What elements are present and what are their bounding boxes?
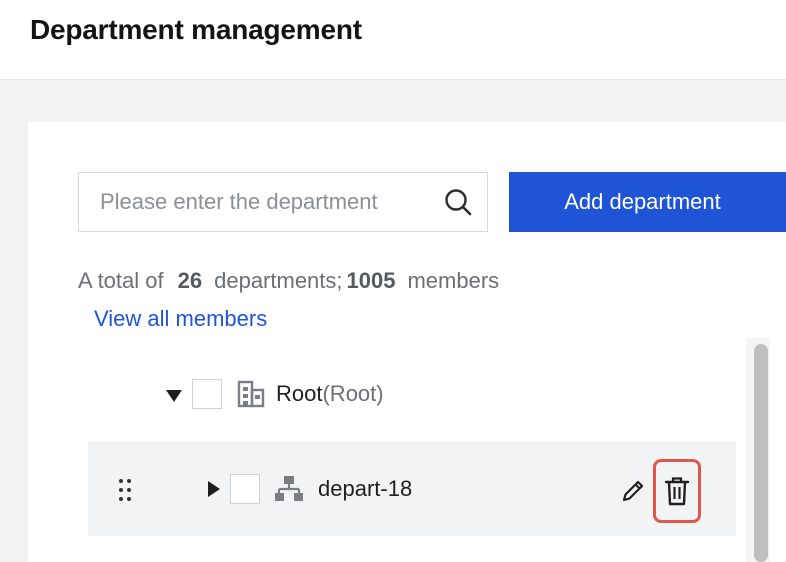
department-checkbox[interactable] — [230, 474, 260, 504]
summary-text: A total of 26 departments; 1005 members — [78, 268, 499, 294]
root-tag: (Root) — [322, 381, 384, 406]
department-count: 26 — [177, 268, 203, 293]
department-node[interactable]: depart-18 — [208, 472, 412, 506]
page-title: Department management — [30, 14, 362, 45]
members-label: members — [407, 268, 500, 293]
org-chart-icon — [275, 476, 303, 501]
tree-root-node[interactable]: Root (Root) — [166, 376, 384, 412]
department-panel: Add department A total of 26 departments;1… — [28, 122, 786, 562]
search-icon[interactable] — [443, 187, 473, 217]
drag-handle-icon[interactable] — [118, 478, 132, 502]
delete-button[interactable] — [653, 459, 701, 523]
department-search-input[interactable] — [79, 173, 380, 231]
building-icon — [237, 380, 265, 408]
view-all-members-link[interactable]: View all members — [94, 306, 267, 332]
page-header: Department management — [0, 0, 786, 80]
member-count: 1005 — [346, 268, 396, 293]
department-name: depart-18 — [318, 476, 413, 501]
add-department-button[interactable]: Add department — [509, 172, 786, 232]
search-box[interactable] — [78, 172, 488, 232]
departments-label: departments; — [214, 268, 343, 293]
pencil-icon[interactable] — [620, 478, 646, 504]
expand-caret-icon[interactable] — [208, 481, 220, 497]
root-checkbox[interactable] — [192, 379, 222, 409]
summary-prefix: A total of — [78, 268, 164, 293]
collapse-caret-icon[interactable] — [166, 390, 182, 402]
scrollbar-thumb[interactable] — [754, 344, 768, 562]
tree-row[interactable]: depart-18 — [88, 442, 736, 536]
root-name: Root — [276, 381, 323, 406]
trash-icon[interactable] — [664, 476, 690, 506]
